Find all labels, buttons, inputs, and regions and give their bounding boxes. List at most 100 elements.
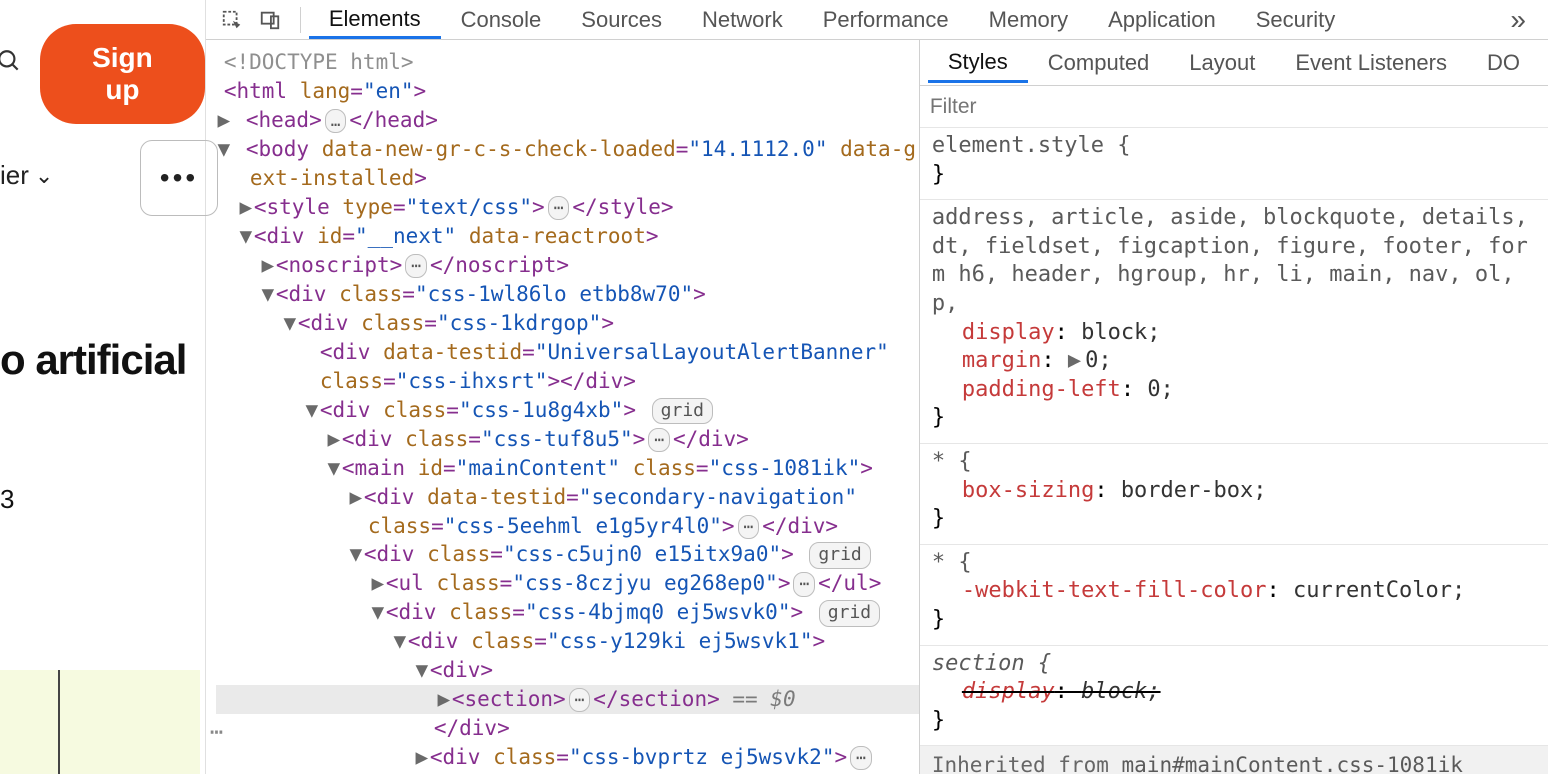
expand-triangle-icon[interactable]: ▶ bbox=[348, 483, 364, 512]
tab-event-listeners[interactable]: Event Listeners bbox=[1275, 44, 1467, 82]
styles-rules[interactable]: element.style { } address, article, asid… bbox=[920, 128, 1548, 774]
chevron-down-icon: ⌄ bbox=[35, 163, 53, 189]
tab-sources[interactable]: Sources bbox=[561, 1, 682, 39]
tab-layout[interactable]: Layout bbox=[1169, 44, 1275, 82]
dom-line[interactable]: class="css-ihxsrt"></div> bbox=[216, 367, 919, 396]
rule-brace: } bbox=[932, 404, 1536, 433]
collapse-triangle-icon[interactable]: ▼ bbox=[414, 656, 430, 685]
ellipsis-pill[interactable]: ⋯ bbox=[569, 688, 591, 712]
dom-line[interactable]: ext-installed> bbox=[216, 164, 919, 193]
expand-triangle-icon[interactable]: ▶ bbox=[326, 425, 342, 454]
dom-line[interactable]: ▼<main id="mainContent" class="css-1081i… bbox=[216, 454, 919, 483]
css-declaration[interactable]: margin: ▶0; bbox=[932, 347, 1536, 376]
inherited-from-bar: Inherited from main#mainContent.css-1081… bbox=[920, 746, 1548, 774]
dom-line-selected[interactable]: ▶<section>⋯</section> == $0 bbox=[216, 685, 919, 714]
grid-badge[interactable]: grid bbox=[652, 398, 713, 425]
search-icon[interactable] bbox=[0, 48, 22, 74]
dropdown-fragment[interactable]: ier ⌄ bbox=[0, 160, 53, 191]
dom-line[interactable]: class="css-5eehml e1g5yr4l0">⋯</div> bbox=[216, 512, 919, 541]
collapse-triangle-icon[interactable]: ▼ bbox=[392, 627, 408, 656]
dom-line[interactable]: <html lang="en"> bbox=[216, 77, 919, 106]
grid-badge[interactable]: grid bbox=[819, 600, 880, 627]
tab-network[interactable]: Network bbox=[682, 1, 803, 39]
device-toolbar-icon[interactable] bbox=[254, 4, 286, 36]
css-declaration[interactable]: padding-left: 0; bbox=[932, 376, 1536, 405]
ellipsis-pill[interactable]: ⋯ bbox=[405, 254, 427, 278]
css-declaration-overridden[interactable]: display: block; bbox=[932, 678, 1536, 707]
dom-line[interactable]: ▶<style type="text/css">⋯</style> bbox=[216, 193, 919, 222]
css-declaration[interactable]: box-sizing: border-box; bbox=[932, 477, 1536, 506]
styles-filter-input[interactable] bbox=[930, 95, 1130, 119]
dom-line[interactable]: ▼<div class="css-1kdrgop"> bbox=[216, 309, 919, 338]
ellipsis-pill[interactable]: ⋯ bbox=[850, 746, 872, 770]
collapse-triangle-icon[interactable]: ▼ bbox=[216, 135, 232, 164]
dom-tree[interactable]: ⋯ <!DOCTYPE html> <html lang="en"> ▶<hea… bbox=[206, 40, 920, 774]
expand-triangle-icon[interactable]: ▶ bbox=[436, 685, 452, 714]
rule-selector: address, article, aside, blockquote, det… bbox=[932, 204, 1536, 318]
more-tabs-icon[interactable]: » bbox=[1498, 4, 1538, 36]
dom-line[interactable]: ▶<div data-testid="secondary-navigation" bbox=[216, 483, 919, 512]
dom-line[interactable]: ▼<div class="css-1u8g4xb"> grid bbox=[216, 396, 919, 425]
collapse-triangle-icon[interactable]: ▼ bbox=[348, 540, 364, 569]
dom-line[interactable]: ▶<div class="css-tuf8u5">⋯</div> bbox=[216, 425, 919, 454]
expand-triangle-icon[interactable]: ▶ bbox=[370, 569, 386, 598]
tab-styles[interactable]: Styles bbox=[928, 43, 1028, 83]
styles-pane: Styles Computed Layout Event Listeners D… bbox=[920, 40, 1548, 774]
tab-console[interactable]: Console bbox=[441, 1, 562, 39]
ellipsis-pill[interactable]: ⋯ bbox=[648, 428, 670, 452]
dom-line[interactable]: ▶<noscript>⋯</noscript> bbox=[216, 251, 919, 280]
css-rule[interactable]: address, article, aside, blockquote, det… bbox=[920, 200, 1548, 444]
collapse-triangle-icon[interactable]: ▼ bbox=[282, 309, 298, 338]
inspect-element-icon[interactable] bbox=[216, 4, 248, 36]
dom-line[interactable]: ▼<div class="css-c5ujn0 e15itx9a0"> grid bbox=[216, 540, 919, 569]
collapse-triangle-icon[interactable]: ▼ bbox=[304, 396, 320, 425]
dom-line[interactable]: ▼<div class="css-4bjmq0 ej5wsvk0"> grid bbox=[216, 598, 919, 627]
dropdown-label: ier bbox=[0, 160, 29, 191]
tab-elements[interactable]: Elements bbox=[309, 0, 441, 39]
css-rule[interactable]: * { -webkit-text-fill-color: currentColo… bbox=[920, 545, 1548, 646]
dom-line[interactable]: <!DOCTYPE html> bbox=[216, 48, 919, 77]
expand-triangle-icon[interactable]: ▶ bbox=[1068, 347, 1081, 376]
tab-security[interactable]: Security bbox=[1236, 1, 1355, 39]
dom-line[interactable]: ▼<div class="css-y129ki ej5wsvk1"> bbox=[216, 627, 919, 656]
css-rule[interactable]: * { box-sizing: border-box; } bbox=[920, 444, 1548, 545]
css-rule[interactable]: section { display: block; } bbox=[920, 646, 1548, 747]
dom-line[interactable]: ▼<div id="__next" data-reactroot> bbox=[216, 222, 919, 251]
rule-brace: } bbox=[932, 707, 1536, 736]
dom-line[interactable]: ▶<ul class="css-8czjyu eg268ep0">⋯</ul> bbox=[216, 569, 919, 598]
rule-brace: } bbox=[932, 161, 1536, 190]
ellipsis-pill[interactable]: ⋯ bbox=[793, 572, 815, 596]
tab-performance[interactable]: Performance bbox=[803, 1, 969, 39]
tab-dom-breakpoints[interactable]: DO bbox=[1467, 44, 1540, 82]
collapse-triangle-icon[interactable]: ▼ bbox=[238, 222, 254, 251]
css-declaration[interactable]: -webkit-text-fill-color: currentColor; bbox=[932, 577, 1536, 606]
grid-badge[interactable]: grid bbox=[809, 542, 870, 569]
dom-line[interactable]: ▶<div class="css-bvprtz ej5wsvk2">⋯ bbox=[216, 743, 919, 772]
rule-brace: } bbox=[932, 606, 1536, 635]
dom-line[interactable]: ▼<div class="css-1wl86lo etbb8w70"> bbox=[216, 280, 919, 309]
rule-selector: element.style { bbox=[932, 132, 1536, 161]
expand-triangle-icon[interactable]: ▶ bbox=[238, 193, 254, 222]
css-rule[interactable]: element.style { } bbox=[920, 128, 1548, 200]
signup-button[interactable]: Sign up bbox=[40, 24, 205, 124]
styles-filter-row bbox=[920, 86, 1548, 128]
ellipsis-pill[interactable]: ⋯ bbox=[738, 515, 760, 539]
ellipsis-pill[interactable]: … bbox=[325, 109, 347, 133]
collapse-triangle-icon[interactable]: ▼ bbox=[260, 280, 276, 309]
dom-line[interactable]: ▶<head>…</head> bbox=[216, 106, 919, 135]
collapse-triangle-icon[interactable]: ▼ bbox=[326, 454, 342, 483]
tab-computed[interactable]: Computed bbox=[1028, 44, 1170, 82]
css-declaration[interactable]: display: block; bbox=[932, 319, 1536, 348]
ellipsis-pill[interactable]: ⋯ bbox=[548, 196, 570, 220]
expand-triangle-icon[interactable]: ▶ bbox=[414, 743, 430, 772]
dom-line[interactable]: </div> bbox=[216, 714, 919, 743]
collapse-triangle-icon[interactable]: ▼ bbox=[370, 598, 386, 627]
dom-line[interactable]: <div data-testid="UniversalLayoutAlertBa… bbox=[216, 338, 919, 367]
dom-line[interactable]: ▼<body data-new-gr-c-s-check-loaded="14.… bbox=[216, 135, 919, 164]
tab-memory[interactable]: Memory bbox=[969, 1, 1088, 39]
expand-triangle-icon[interactable]: ▶ bbox=[260, 251, 276, 280]
dom-line[interactable]: ▼<div> bbox=[216, 656, 919, 685]
styles-tabbar: Styles Computed Layout Event Listeners D… bbox=[920, 40, 1548, 86]
tab-application[interactable]: Application bbox=[1088, 1, 1236, 39]
expand-triangle-icon[interactable]: ▶ bbox=[216, 106, 232, 135]
